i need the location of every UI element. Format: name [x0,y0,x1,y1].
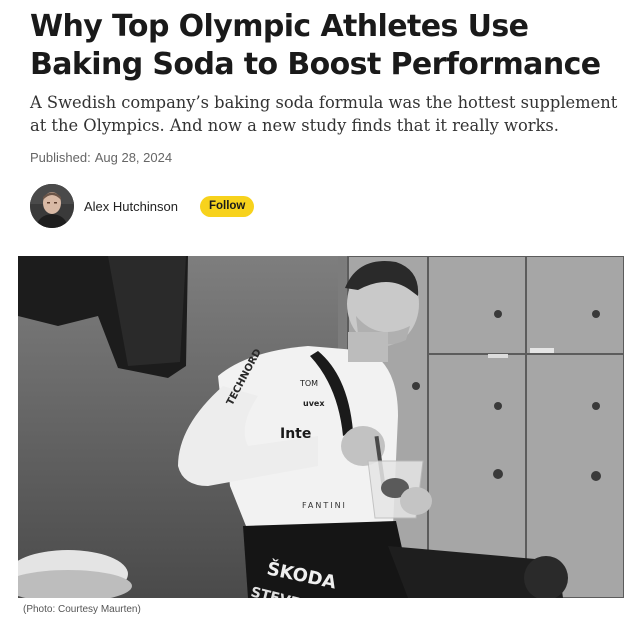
image-caption: (Photo: Courtesy Maurten) [23,604,141,615]
author-name[interactable]: Alex Hutchinson [84,199,178,214]
follow-button[interactable]: Follow [199,195,255,217]
byline: Alex Hutchinson Follow [30,183,255,229]
author-avatar[interactable] [30,184,74,228]
jersey-sponsor-intermarche: Inte [280,426,311,442]
published-line: Published: Aug 28, 2024 [30,150,172,165]
published-label: Published: [30,150,91,165]
article-headline: Why Top Olympic Athletes Use Baking Soda… [30,9,601,82]
article-dek: A Swedish company’s baking soda formula … [30,93,618,135]
jersey-fantini-text: FANTINI [302,501,347,510]
jersey-name-text: TOM [299,379,318,388]
hero-image: TOM uvex Inte TECHNORD FANTINI ŠKODA STE… [18,256,624,598]
jersey-sponsor-uvex: uvex [303,399,325,408]
published-date: Aug 28, 2024 [94,150,173,165]
